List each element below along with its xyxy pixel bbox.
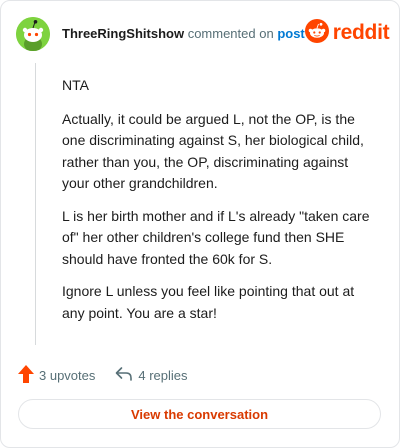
- reddit-brand[interactable]: reddit: [304, 18, 390, 48]
- reddit-wordmark: reddit: [332, 21, 390, 44]
- comment-paragraph: Actually, it could be argued L, not the …: [62, 110, 364, 192]
- reply-arrow-icon: [115, 366, 133, 385]
- snoo-avatar-icon[interactable]: [16, 17, 50, 51]
- comment-embed-card: ThreeRingShitshow commented on post redd…: [0, 0, 400, 448]
- comment-paragraph: NTA: [62, 77, 89, 93]
- reply-count: 4 replies: [138, 367, 188, 383]
- comment-byline: ThreeRingShitshow commented on post: [62, 26, 305, 41]
- username-link[interactable]: ThreeRingShitshow: [62, 26, 184, 41]
- reddit-logo-icon: [304, 18, 329, 48]
- comment-body: NTA Actually, it could be argued L, not …: [62, 75, 372, 335]
- upvote-count: 3 upvotes: [39, 367, 96, 383]
- comment-paragraph: L is her birth mother and if L's already…: [62, 207, 370, 267]
- commented-on-text: commented on: [187, 25, 274, 41]
- view-conversation-button[interactable]: View the conversation: [18, 399, 381, 429]
- post-link[interactable]: post: [277, 26, 304, 41]
- comment-paragraph: Ignore L unless you feel like pointing t…: [62, 283, 355, 321]
- thread-line: [35, 63, 36, 345]
- comment-header: ThreeRingShitshow commented on post redd…: [16, 16, 390, 52]
- replies-button[interactable]: 4 replies: [115, 366, 188, 385]
- upvote-button[interactable]: 3 upvotes: [18, 364, 96, 386]
- upvote-arrow-icon: [18, 364, 34, 386]
- comment-actions: 3 upvotes 4 replies: [18, 364, 188, 386]
